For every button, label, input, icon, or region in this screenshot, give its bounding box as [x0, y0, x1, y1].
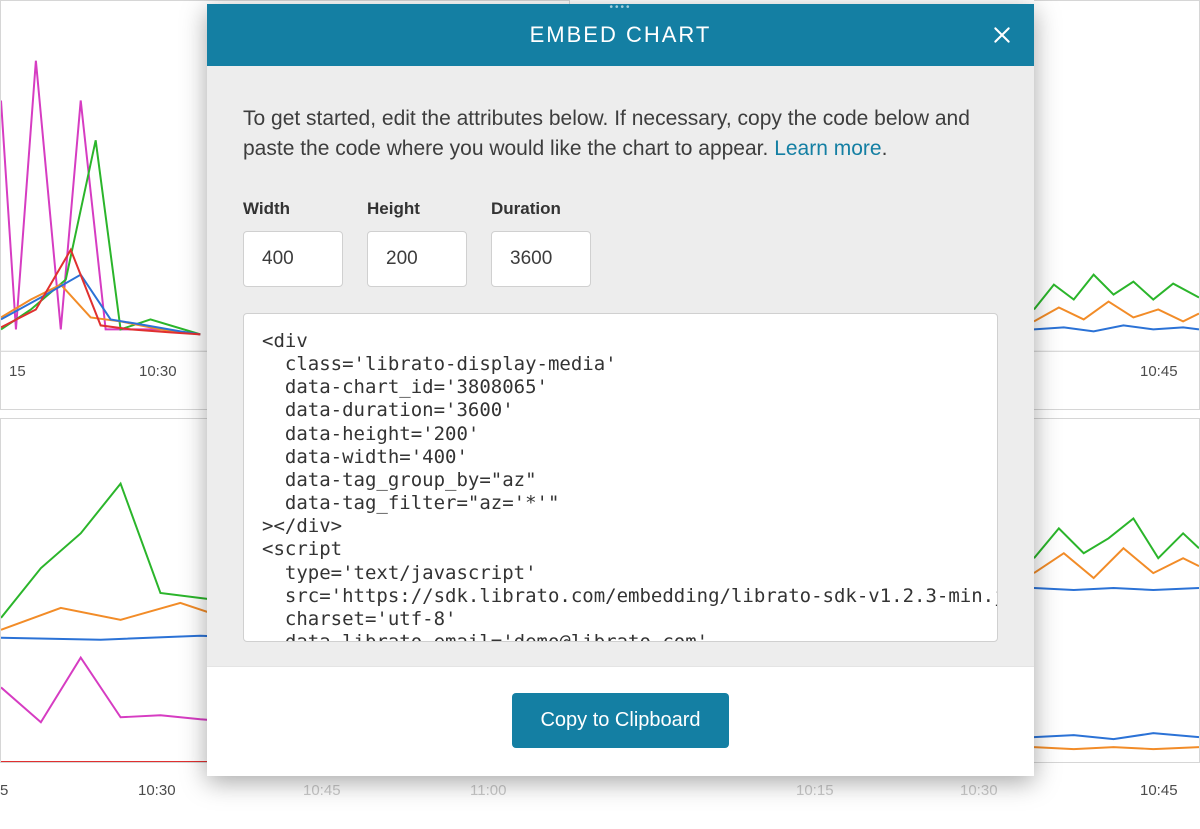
width-input[interactable] [243, 231, 343, 287]
duration-label: Duration [491, 199, 591, 219]
drag-handle-icon[interactable]: •••• [609, 4, 631, 11]
modal-header: •••• EMBED CHART [207, 4, 1034, 66]
modal-body: To get started, edit the attributes belo… [207, 66, 1034, 666]
width-field-group: Width [243, 199, 343, 287]
modal-title: EMBED CHART [530, 22, 712, 48]
learn-more-link[interactable]: Learn more [774, 137, 881, 160]
embed-chart-modal: •••• EMBED CHART To get started, edit th… [207, 4, 1034, 776]
field-row: Width Height Duration [243, 199, 998, 287]
height-field-group: Height [367, 199, 467, 287]
modal-footer: Copy to Clipboard [207, 666, 1034, 776]
intro-text: To get started, edit the attributes belo… [243, 104, 998, 165]
height-label: Height [367, 199, 467, 219]
period: . [882, 137, 888, 160]
copy-to-clipboard-button[interactable]: Copy to Clipboard [512, 693, 728, 748]
duration-field-group: Duration [491, 199, 591, 287]
duration-input[interactable] [491, 231, 591, 287]
height-input[interactable] [367, 231, 467, 287]
close-button[interactable] [988, 21, 1016, 49]
close-icon [992, 25, 1012, 45]
embed-code-textarea[interactable]: <div class='librato-display-media' data-… [243, 313, 998, 642]
width-label: Width [243, 199, 343, 219]
